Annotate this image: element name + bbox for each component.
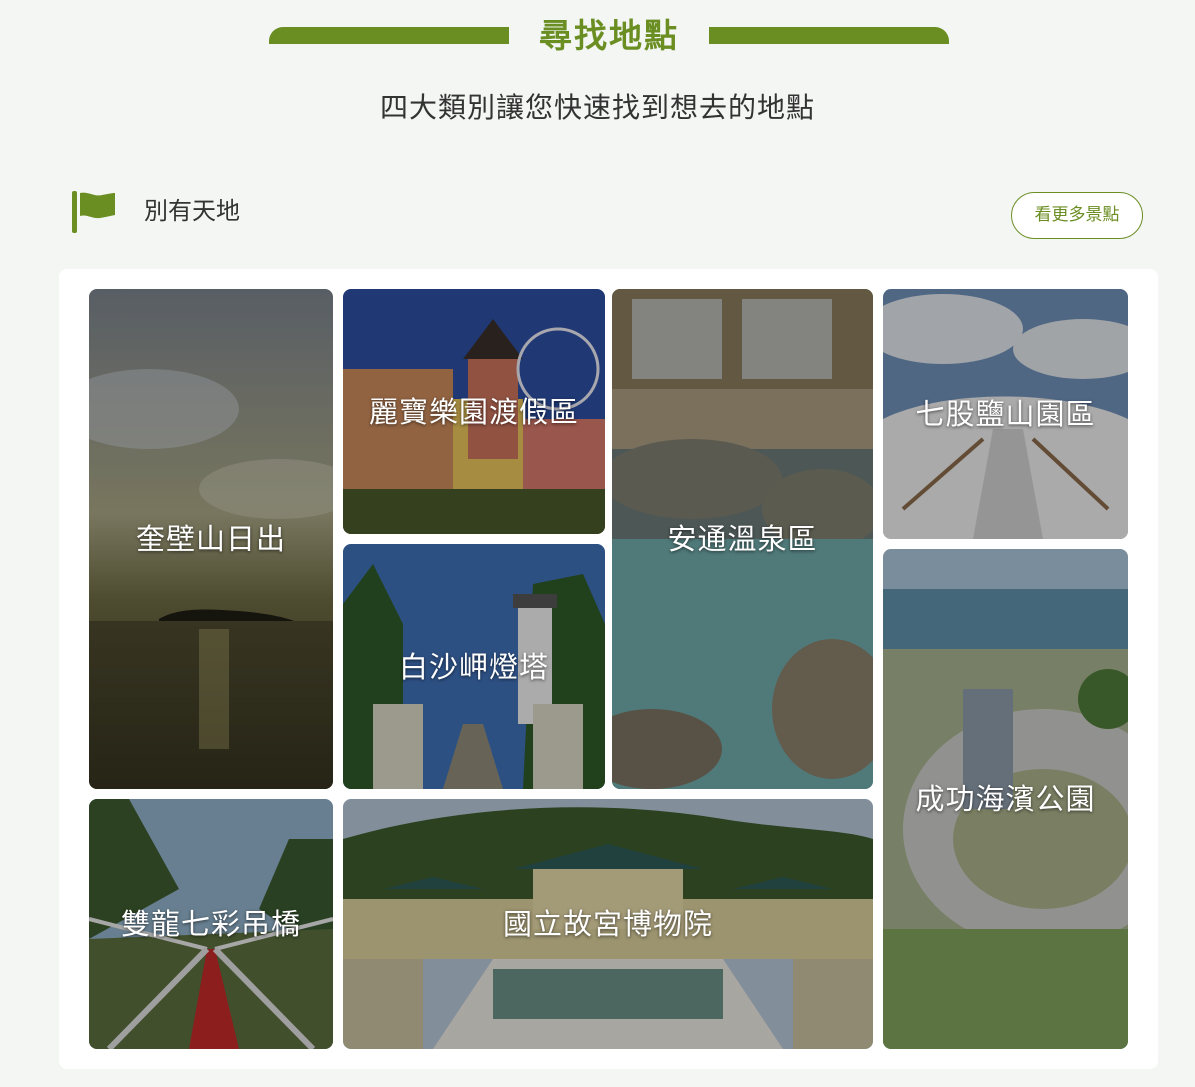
place-tile-palace[interactable]: 國立故宮博物院: [343, 799, 873, 1049]
place-tile-qigu[interactable]: 七股鹽山園區: [883, 289, 1128, 539]
place-tile-baishajia[interactable]: 白沙岬燈塔: [343, 544, 605, 789]
place-tile-shuanglong[interactable]: 雙龍七彩吊橋: [89, 799, 333, 1049]
places-panel: 奎壁山日出 麗寶樂園渡假區 白沙岬燈塔 安通溫泉區 七股鹽山園區 成功海濱公園 …: [59, 269, 1158, 1069]
place-name: 成功海濱公園: [915, 782, 1096, 816]
place-name: 雙龍七彩吊橋: [120, 907, 301, 941]
place-name: 麗寶樂園渡假區: [368, 394, 579, 429]
place-tile-lihpao[interactable]: 麗寶樂園渡假區: [343, 289, 605, 534]
place-tile-chenggong[interactable]: 成功海濱公園: [883, 549, 1128, 1049]
flag-icon: [72, 191, 118, 233]
place-tile-kuibishan[interactable]: 奎壁山日出: [89, 289, 333, 789]
place-tile-antong[interactable]: 安通溫泉區: [612, 289, 873, 789]
place-name: 安通溫泉區: [667, 522, 818, 556]
place-name: 七股鹽山園區: [915, 397, 1096, 431]
section-title: 尋找地點: [539, 16, 679, 55]
category-label: 別有天地: [144, 197, 240, 225]
place-name: 奎壁山日出: [135, 522, 286, 556]
title-bar-right: [709, 27, 949, 44]
title-bar-left: [269, 27, 509, 44]
section-header: 尋找地點: [0, 14, 1195, 64]
place-name: 國立故宮博物院: [502, 907, 713, 941]
place-name: 白沙岬燈塔: [398, 649, 549, 684]
see-more-button[interactable]: 看更多景點: [1011, 192, 1143, 239]
section-subtitle: 四大類別讓您快速找到想去的地點: [379, 91, 815, 124]
